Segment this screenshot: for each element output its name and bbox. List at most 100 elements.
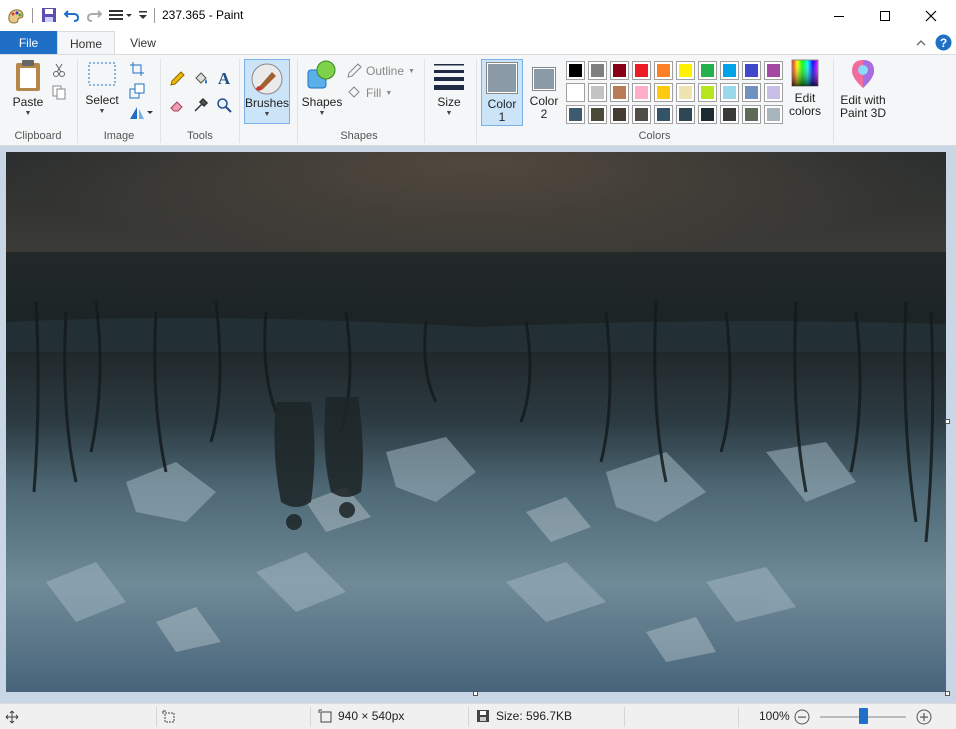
palette-swatch-color xyxy=(723,64,736,77)
copy-icon[interactable] xyxy=(50,83,68,101)
fill-bucket-icon[interactable] xyxy=(192,70,210,88)
palette-swatch[interactable] xyxy=(632,105,651,124)
close-button[interactable] xyxy=(908,0,954,31)
edit-colors-button[interactable]: Edit colors xyxy=(786,58,824,118)
palette-swatch[interactable] xyxy=(588,61,607,80)
text-icon[interactable]: A xyxy=(215,69,233,87)
palette-swatch[interactable] xyxy=(720,83,739,102)
canvas-workspace[interactable] xyxy=(0,146,956,703)
help-icon[interactable]: ? xyxy=(935,34,952,54)
quick-access-dropdown-icon[interactable] xyxy=(138,6,148,26)
brushes-button[interactable]: Brushes ▼ xyxy=(244,59,290,124)
palette-swatch[interactable] xyxy=(698,61,717,80)
tab-file[interactable]: File xyxy=(0,31,57,55)
palette-swatch[interactable] xyxy=(632,83,651,102)
palette-swatch-color xyxy=(767,86,780,99)
palette-swatch[interactable] xyxy=(742,105,761,124)
zoom-in-button[interactable] xyxy=(916,709,932,728)
title-bar: 237.365 - Paint xyxy=(0,0,956,31)
palette-swatch[interactable] xyxy=(698,105,717,124)
paste-button[interactable]: Paste ▼ xyxy=(10,58,46,117)
file-size-text: Size: 596.7KB xyxy=(496,709,573,723)
palette-swatch[interactable] xyxy=(676,105,695,124)
edit-with-paint3d-button[interactable]: Edit with Paint 3D xyxy=(838,58,888,120)
size-button[interactable]: Size ▼ xyxy=(429,58,469,117)
palette-swatch[interactable] xyxy=(566,105,585,124)
palette-swatch-color xyxy=(613,108,626,121)
palette-swatch-color xyxy=(591,64,604,77)
chevron-down-icon: ▼ xyxy=(98,108,106,115)
tab-view[interactable]: View xyxy=(116,31,170,55)
resize-handle-bottom[interactable] xyxy=(473,691,478,696)
color1-fill xyxy=(488,64,516,92)
redo-icon[interactable] xyxy=(85,6,103,26)
customize-toolbar-icon[interactable] xyxy=(108,6,134,26)
magnifier-icon[interactable] xyxy=(215,96,233,114)
undo-icon[interactable] xyxy=(63,6,81,26)
crop-icon[interactable] xyxy=(128,60,146,78)
palette-swatch[interactable] xyxy=(764,105,783,124)
palette-swatch[interactable] xyxy=(764,61,783,80)
palette-swatch-color xyxy=(679,86,692,99)
chevron-down-icon: ▼ xyxy=(263,111,271,118)
palette-swatch[interactable] xyxy=(610,61,629,80)
palette-swatch[interactable] xyxy=(588,83,607,102)
select-button[interactable]: Select ▼ xyxy=(84,58,120,115)
chevron-down-icon: ▼ xyxy=(24,110,32,117)
palette-swatch[interactable] xyxy=(698,83,717,102)
collapse-ribbon-icon[interactable] xyxy=(915,37,927,52)
fill-button[interactable]: Fill ▼ xyxy=(346,85,392,101)
outline-button[interactable]: Outline ▼ xyxy=(346,63,415,79)
pencil-icon[interactable] xyxy=(168,70,186,88)
palette-swatch[interactable] xyxy=(610,83,629,102)
palette-swatch[interactable] xyxy=(720,105,739,124)
palette-swatch[interactable] xyxy=(742,61,761,80)
eraser-icon[interactable] xyxy=(168,96,186,114)
palette-swatch-color xyxy=(569,108,582,121)
cut-icon[interactable] xyxy=(50,61,68,79)
palette-swatch[interactable] xyxy=(654,83,673,102)
color2-button[interactable]: Color 2 xyxy=(526,65,562,121)
tab-home[interactable]: Home xyxy=(57,31,115,55)
palette-swatch[interactable] xyxy=(654,61,673,80)
color2-swatch xyxy=(532,67,556,91)
color-picker-icon[interactable] xyxy=(192,96,210,114)
palette-swatch-color xyxy=(613,86,626,99)
edit-colors-icon xyxy=(791,59,819,87)
palette-swatch-color xyxy=(767,108,780,121)
resize-icon[interactable] xyxy=(128,82,146,100)
palette-swatch-color xyxy=(591,86,604,99)
paste-label: Paste xyxy=(12,95,44,109)
color1-button[interactable]: Color 1 xyxy=(481,59,523,126)
zoom-out-button[interactable] xyxy=(794,709,810,728)
resize-handle-corner[interactable] xyxy=(945,691,950,696)
brushes-label: Brushes xyxy=(244,96,290,110)
maximize-button[interactable] xyxy=(862,0,908,31)
palette-swatch[interactable] xyxy=(654,105,673,124)
minimize-button[interactable] xyxy=(816,0,862,31)
palette-swatch[interactable] xyxy=(610,105,629,124)
ribbon: Paste ▼ Clipboard Select ▼ Image A Tools… xyxy=(0,54,956,146)
drawing-canvas[interactable] xyxy=(6,152,946,692)
rotate-icon[interactable] xyxy=(128,104,154,122)
resize-handle-right[interactable] xyxy=(945,419,950,424)
palette-swatch[interactable] xyxy=(632,61,651,80)
palette-swatch[interactable] xyxy=(566,61,585,80)
paint-app-icon[interactable] xyxy=(6,6,26,26)
palette-swatch[interactable] xyxy=(742,83,761,102)
palette-swatch[interactable] xyxy=(720,61,739,80)
shapes-button[interactable]: Shapes ▼ xyxy=(302,58,342,117)
palette-swatch[interactable] xyxy=(676,61,695,80)
palette-swatch[interactable] xyxy=(764,83,783,102)
palette-swatch-color xyxy=(701,108,714,121)
disk-icon xyxy=(477,710,489,722)
save-icon[interactable] xyxy=(40,6,58,26)
palette-swatch[interactable] xyxy=(676,83,695,102)
palette-swatch[interactable] xyxy=(566,83,585,102)
outline-icon xyxy=(347,63,362,78)
chevron-down-icon: ▼ xyxy=(385,89,393,97)
palette-swatch-color xyxy=(591,108,604,121)
palette-swatch-color xyxy=(569,64,582,77)
palette-swatch[interactable] xyxy=(588,105,607,124)
zoom-slider-thumb[interactable] xyxy=(859,708,868,724)
